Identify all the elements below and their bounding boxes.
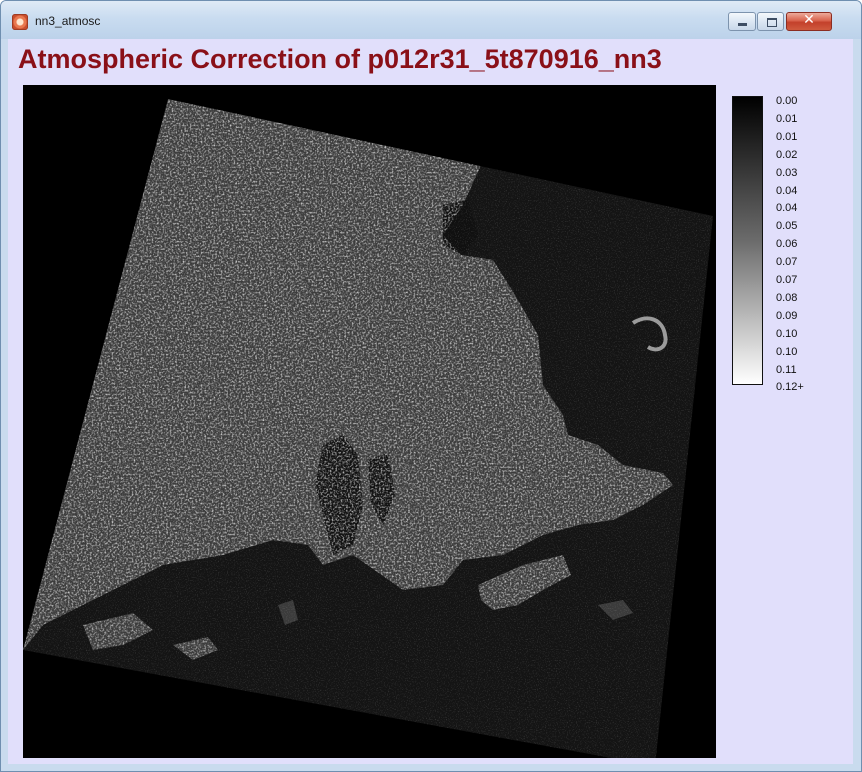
- colorbar-label: 0.10: [776, 345, 798, 358]
- colorbar-label: 0.10: [776, 327, 798, 340]
- title-bar[interactable]: nn3_atmosc ✕: [1, 1, 861, 39]
- colorbar-label: 0.02: [776, 148, 798, 161]
- colorbar-label: 0.09: [776, 309, 798, 322]
- maximize-icon: [767, 18, 777, 27]
- colorbar-label: 0.11: [776, 363, 797, 376]
- colorbar-label: 0.01: [776, 112, 798, 125]
- colorbar-label: 0.06: [776, 238, 798, 251]
- satellite-image[interactable]: [23, 85, 716, 758]
- close-icon: ✕: [803, 12, 815, 28]
- minimize-button[interactable]: [728, 12, 756, 31]
- colorbar-legend: [732, 96, 763, 385]
- colorbar-label: 0.07: [776, 256, 798, 269]
- satellite-scene-graphic: [23, 99, 713, 758]
- app-window: nn3_atmosc ✕ Atmospheric Correction of p…: [0, 0, 862, 772]
- colorbar-label: 0.12+: [776, 381, 804, 394]
- colorbar-label: 0.04: [776, 202, 798, 215]
- colorbar-label: 0.04: [776, 184, 798, 197]
- colorbar-label: 0.07: [776, 274, 798, 286]
- colorbar-label: 0.00: [776, 95, 798, 107]
- app-icon[interactable]: [12, 14, 28, 30]
- colorbar-label: 0.05: [776, 220, 798, 233]
- colorbar-label: 0.03: [776, 166, 798, 179]
- content-area: Atmospheric Correction of p012r31_5t8709…: [8, 39, 853, 764]
- minimize-icon: [738, 23, 747, 26]
- colorbar-label: 0.01: [776, 130, 798, 143]
- close-button[interactable]: ✕: [786, 12, 832, 31]
- page-title: Atmospheric Correction of p012r31_5t8709…: [18, 44, 662, 74]
- window-title: nn3_atmosc: [35, 14, 101, 28]
- maximize-button[interactable]: [757, 12, 784, 31]
- colorbar-label: 0.08: [776, 291, 798, 304]
